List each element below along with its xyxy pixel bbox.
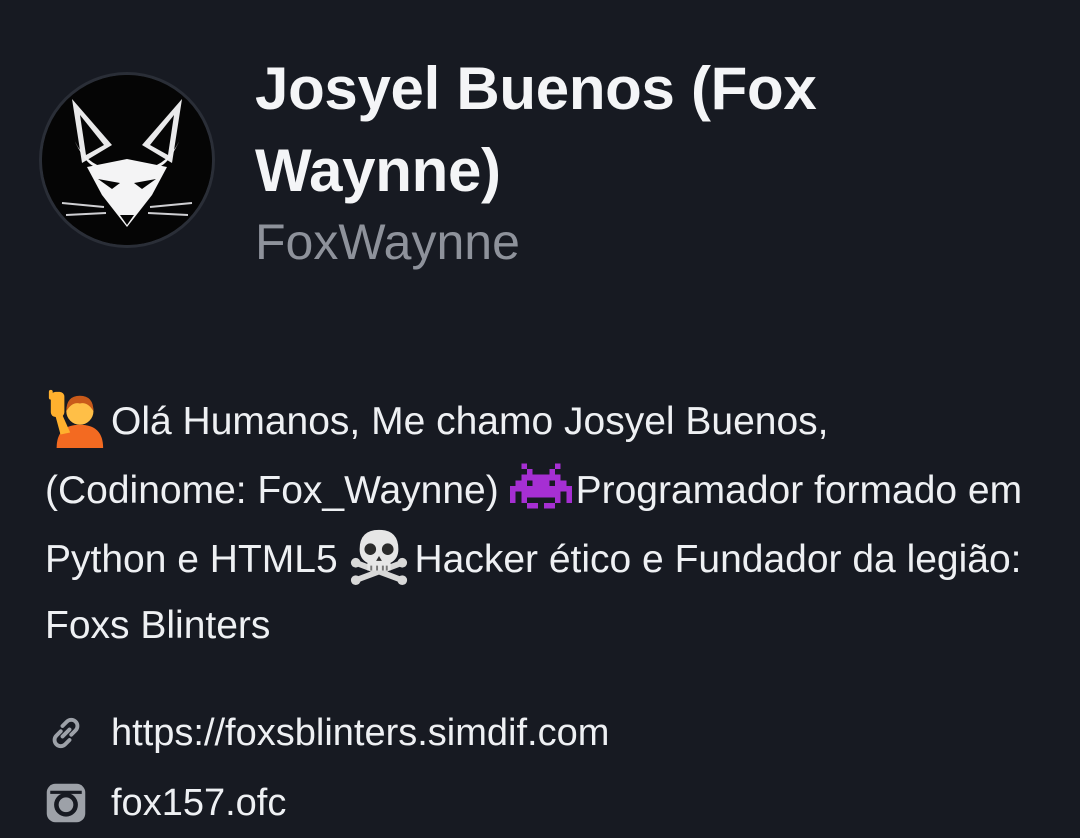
fox-logo-icon [42, 75, 212, 245]
link-icon [45, 712, 87, 754]
website-link-row[interactable]: https://foxsblinters.simdif.com [45, 708, 609, 758]
profile-avatar[interactable] [42, 75, 212, 245]
profile-username: FoxWaynne [255, 214, 520, 270]
person-raising-hand-emoji-icon [45, 386, 107, 448]
skull-and-crossbones-emoji-icon [348, 524, 410, 586]
website-link[interactable]: https://foxsblinters.simdif.com [111, 708, 609, 758]
instagram-icon [45, 782, 87, 824]
profile-bio: Olá Humanos, Me chamo Josyel Buenos, (Co… [45, 386, 1035, 659]
instagram-handle[interactable]: fox157.ofc [111, 778, 286, 828]
instagram-link-row[interactable]: fox157.ofc [45, 778, 286, 828]
alien-monster-emoji-icon [509, 455, 572, 517]
profile-display-name: Josyel Buenos (Fox Waynne) [255, 55, 817, 204]
